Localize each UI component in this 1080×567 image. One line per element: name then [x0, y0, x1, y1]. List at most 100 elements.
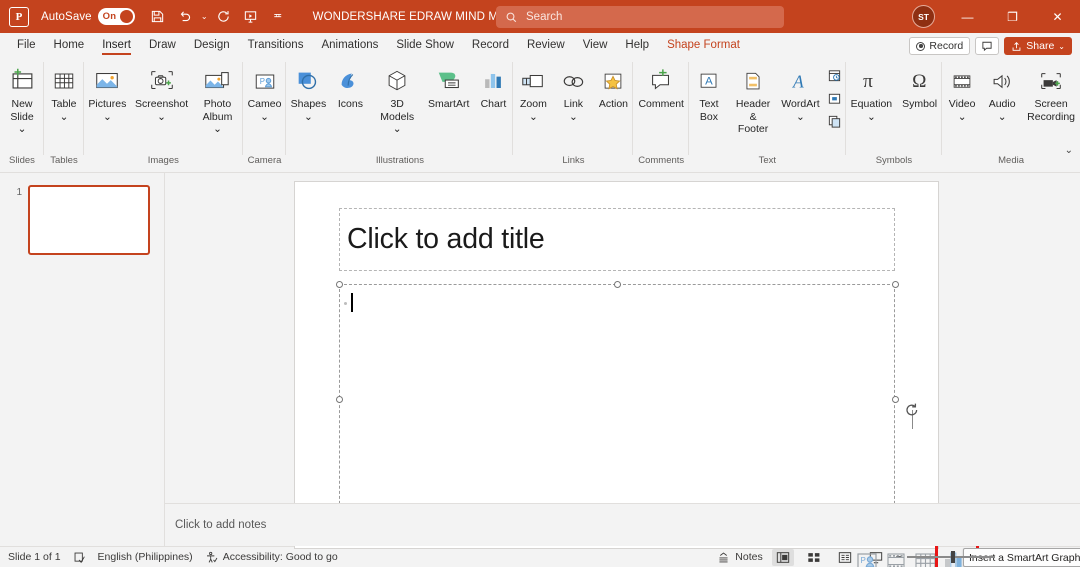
slide-thumbnail-pane[interactable]: 1 [0, 173, 165, 546]
start-presentation-icon[interactable] [238, 5, 264, 29]
customize-qat-icon[interactable]: ≖ [265, 5, 291, 29]
icons-button[interactable]: Icons [330, 59, 370, 111]
shapes-icon [293, 61, 323, 95]
pictures-button[interactable]: Pictures ⌄ [84, 59, 131, 123]
new-slide-button[interactable]: New Slide ⌄ [0, 59, 44, 136]
cameo-icon[interactable]: P [856, 550, 880, 567]
slide-thumbnail-1[interactable] [28, 185, 150, 255]
audio-button[interactable]: Audio ⌄ [982, 59, 1022, 123]
chart-button[interactable]: Chart [473, 59, 513, 111]
rotation-handle-icon[interactable] [904, 402, 920, 418]
spellcheck-button[interactable] [73, 551, 86, 564]
video-button[interactable]: Video ⌄ [942, 59, 982, 123]
ribbon-group-camera: P Cameo ⌄ Camera [243, 56, 287, 173]
accessibility-button[interactable]: Accessibility: Good to go [205, 551, 338, 564]
resize-handle-middle-right[interactable] [891, 395, 899, 403]
restore-button[interactable]: ❐ [990, 0, 1035, 33]
header-footer-button[interactable]: Header & Footer [729, 59, 777, 136]
link-button[interactable]: Link ⌄ [553, 59, 593, 123]
screenshot-button[interactable]: Screenshot ⌄ [131, 59, 193, 123]
tab-slide-show[interactable]: Slide Show [387, 34, 463, 56]
svg-text:A: A [792, 71, 804, 91]
zoom-midpoint [970, 554, 974, 558]
text-box-button[interactable]: A Text Box [689, 59, 729, 123]
tab-file[interactable]: File [8, 34, 45, 56]
screen-recording-button[interactable]: Screen Recording [1022, 59, 1080, 123]
table-label: Table ⌄ [51, 98, 77, 123]
slide-sorter-view-button[interactable] [803, 549, 825, 566]
comment-button[interactable]: Comment [633, 59, 689, 111]
redo-icon[interactable] [211, 5, 237, 29]
tab-home[interactable]: Home [45, 34, 94, 56]
photo-album-button[interactable]: Photo Album ⌄ [192, 59, 242, 136]
action-button[interactable]: Action [593, 59, 633, 111]
resize-handle-top-left[interactable] [335, 280, 343, 288]
autosave-label: AutoSave [41, 10, 92, 23]
autosave-toggle[interactable]: On [97, 8, 135, 25]
svg-text:P: P [259, 77, 264, 86]
tab-shape-format[interactable]: Shape Format [658, 34, 749, 56]
avatar[interactable]: ST [912, 5, 935, 28]
resize-handle-top-right[interactable] [891, 280, 899, 288]
tab-draw[interactable]: Draw [140, 34, 185, 56]
resize-handle-top-center[interactable] [613, 280, 621, 288]
ribbon-tabs-right: Record Share ⌄ [909, 37, 1080, 56]
slide-canvas[interactable]: Click to add title P Insert a SmartArt G… [294, 181, 1080, 567]
content-placeholder[interactable] [339, 284, 895, 514]
slide-number-icon[interactable] [824, 88, 846, 108]
text-box-label: Text Box [699, 98, 719, 123]
comments-button[interactable] [975, 37, 1000, 55]
date-time-icon[interactable] [824, 65, 846, 85]
zoom-knob[interactable] [950, 551, 955, 563]
title-placeholder[interactable]: Click to add title [339, 208, 895, 271]
video-icon[interactable] [885, 550, 909, 567]
table-button[interactable]: Table ⌄ [44, 59, 84, 123]
search-input[interactable]: Search [496, 6, 784, 28]
undo-icon[interactable] [172, 5, 198, 29]
search-icon [506, 12, 517, 22]
smartart-button[interactable]: SmartArt [424, 59, 474, 111]
tab-insert[interactable]: Insert [93, 34, 140, 56]
ribbon-group-images: Pictures ⌄ Screenshot ⌄ Photo Album ⌄ Im… [84, 56, 243, 173]
collapse-ribbon-button[interactable]: ⌄ [1065, 145, 1073, 156]
zoom-track[interactable] [906, 551, 995, 563]
tab-record[interactable]: Record [463, 34, 518, 56]
tab-animations[interactable]: Animations [312, 34, 387, 56]
notes-pane[interactable]: Click to add notes [165, 503, 1080, 546]
cameo-button[interactable]: P Cameo ⌄ [243, 59, 287, 123]
ribbon: New Slide ⌄ Slides Table ⌄ Tables Pictur… [0, 56, 1080, 173]
resize-handle-middle-left[interactable] [335, 395, 343, 403]
minimize-button[interactable]: — [945, 0, 990, 33]
tab-review[interactable]: Review [518, 34, 574, 56]
ribbon-group-illustrations: Shapes ⌄ Icons 3D Models ⌄ SmartArt Char… [286, 56, 514, 173]
tab-transitions[interactable]: Transitions [239, 34, 313, 56]
shapes-button[interactable]: Shapes ⌄ [286, 59, 330, 123]
slide-count[interactable]: Slide 1 of 1 [8, 551, 61, 563]
record-button[interactable]: Record [909, 37, 971, 55]
close-button[interactable]: ✕ [1035, 0, 1080, 33]
symbol-button[interactable]: Ω Symbol [897, 59, 942, 111]
3d-models-icon [383, 61, 411, 95]
wordart-button[interactable]: A WordArt ⌄ [777, 59, 823, 123]
title-bar: P AutoSave On ⌄ ≖ WONDERSHARE EDRAW MIND… [0, 0, 1080, 33]
reading-view-button[interactable] [834, 549, 856, 566]
group-label-camera: Camera [247, 155, 282, 166]
screenshot-icon [147, 61, 177, 95]
notes-button[interactable]: Notes [717, 551, 763, 564]
object-icon[interactable] [824, 111, 846, 131]
3d-models-button[interactable]: 3D Models ⌄ [370, 59, 423, 136]
normal-view-button[interactable] [771, 548, 794, 566]
undo-dropdown-icon[interactable]: ⌄ [199, 5, 210, 29]
equation-button[interactable]: π Equation ⌄ [846, 59, 897, 123]
equation-icon: π [857, 61, 885, 95]
language-button[interactable]: English (Philippines) [98, 551, 193, 563]
ribbon-group-tables: Table ⌄ Tables [44, 56, 84, 173]
tab-view[interactable]: View [574, 34, 617, 56]
save-icon[interactable] [145, 5, 171, 29]
tab-help[interactable]: Help [616, 34, 658, 56]
share-button[interactable]: Share ⌄ [1004, 37, 1072, 55]
zoom-button[interactable]: Zoom ⌄ [513, 59, 553, 123]
tab-design[interactable]: Design [185, 34, 239, 56]
audio-label: Audio ⌄ [988, 98, 1016, 123]
screen-recording-label: Screen Recording [1027, 98, 1076, 123]
